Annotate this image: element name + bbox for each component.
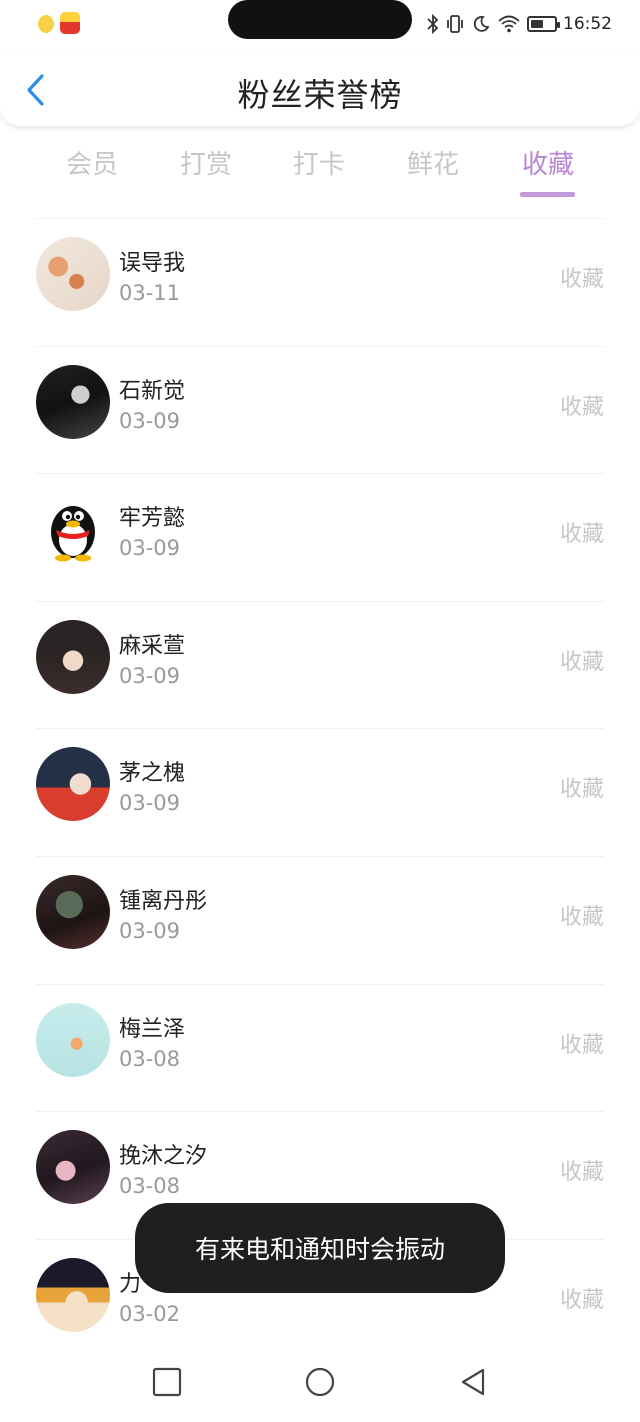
favorite-label: 收藏 [559,1032,604,1058]
favorite-label: 收藏 [559,777,604,803]
fan-date: 03-09 [119,791,181,816]
fan-date: 03-09 [119,408,181,433]
page-title: 粉丝荣誉榜 [237,76,403,114]
fan-date: 03-08 [119,1174,181,1199]
avatar [36,1257,110,1332]
notification-icons [38,12,80,34]
avatar [36,747,110,822]
fan-date: 03-02 [119,1301,181,1326]
list-item[interactable]: 梅兰泽 03-08 收藏 [36,983,604,1112]
avatar [36,237,110,311]
status-icons: 16:52 [427,14,612,34]
moon-icon [471,14,491,34]
tab-tip[interactable]: 打赏 [151,144,261,181]
recent-apps-button[interactable] [149,1364,185,1400]
fan-name: 麻采萱 [119,633,186,659]
app-notification-icon [38,15,54,33]
tab-bar: 会员 打赏 打卡 鲜花 收藏 [0,140,640,202]
favorite-label: 收藏 [559,1160,604,1186]
fan-list: 误导我 03-11 收藏 石新觉 03-09 收藏 牢芳懿 03-09 收藏 麻… [0,218,640,1366]
avatar [36,874,110,949]
avatar [36,1002,110,1077]
fan-name: 梅兰泽 [119,1016,186,1042]
fan-date: 03-09 [119,918,181,943]
favorite-label: 收藏 [559,267,604,292]
favorite-label: 收藏 [559,394,604,420]
tab-flowers[interactable]: 鲜花 [378,144,488,181]
list-item[interactable]: 麻采萱 03-09 收藏 [36,600,604,729]
home-button[interactable] [302,1364,338,1400]
tab-favorites[interactable]: 收藏 [493,144,603,181]
list-item[interactable]: 茅之槐 03-09 收藏 [36,728,604,856]
avatar [36,364,110,439]
fan-date: 03-11 [119,281,181,305]
fan-date: 03-08 [119,1046,181,1071]
avatar [36,492,110,567]
avatar [36,619,110,694]
fan-name: 锺离丹彤 [119,888,208,914]
square-icon [152,1367,182,1397]
list-item[interactable]: 误导我 03-11 收藏 [36,218,604,346]
bluetooth-icon [427,14,439,34]
fan-name: 石新觉 [119,378,186,404]
app-notification-icon [60,12,80,34]
active-tab-indicator [520,192,575,197]
system-navbar [0,1340,640,1422]
tab-checkin[interactable]: 打卡 [264,144,374,181]
fan-name: 挽沐之汐 [119,1144,208,1170]
status-time: 16:52 [563,14,612,34]
wifi-icon [497,14,521,34]
favorite-label: 收藏 [559,1287,604,1313]
favorite-label: 收藏 [559,904,604,930]
list-item[interactable]: 牢芳懿 03-09 收藏 [36,473,604,601]
app-header: 粉丝荣誉榜 [0,52,640,126]
vibrate-icon [445,14,465,34]
back-nav-button[interactable] [455,1364,491,1400]
camera-cutout [228,0,412,39]
list-item[interactable]: 锺离丹彤 03-09 收藏 [36,855,604,984]
status-bar: 16:52 [0,0,640,52]
list-item[interactable]: 石新觉 03-09 收藏 [36,345,604,474]
toast-message: 有来电和通知时会振动 [135,1203,505,1293]
circle-icon [305,1367,335,1397]
fan-name: 牢芳懿 [119,506,186,532]
battery-icon [527,16,560,32]
fan-date: 03-09 [119,536,181,561]
avatar [36,1130,110,1205]
fan-name: 茅之槐 [119,761,186,787]
battery-level [531,20,544,28]
triangle-back-icon [461,1368,485,1396]
penguin-icon [51,506,95,562]
tab-member[interactable]: 会员 [37,144,147,181]
favorite-label: 收藏 [559,649,604,675]
fan-name: 误导我 [119,251,186,276]
fan-date: 03-09 [119,663,181,688]
favorite-label: 收藏 [559,522,604,548]
